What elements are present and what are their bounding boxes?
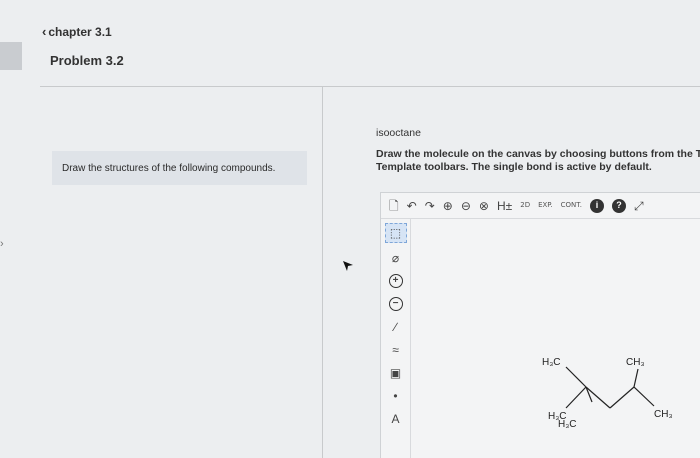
bond-3 <box>565 386 587 409</box>
undo-icon[interactable]: ↶ <box>407 200 417 212</box>
page-title: Problem 3.2 <box>50 53 124 68</box>
atom-label-h3c-bottom-b: H₃C <box>558 419 577 430</box>
molecule-drawing: H₃C CH₃ CH₃ H₃C H₃C <box>542 357 673 430</box>
exp-icon[interactable]: EXP. <box>538 202 553 209</box>
breadcrumb[interactable]: ‹ chapter 3.1 <box>42 24 112 39</box>
breadcrumb-label: chapter 3.1 <box>48 24 112 39</box>
top-toolbar: 🗋 ↶ ↷ ⊕ ⊖ ⊗ H± 2D EXP. CONT. i ? ⤢ <box>381 193 700 219</box>
sidebar-tab[interactable] <box>0 42 22 70</box>
drawing-canvas[interactable]: H₃C CH₃ CH₃ H₃C H₃C <box>412 220 700 458</box>
atom-label-ch3-top: CH₃ <box>626 357 645 368</box>
hydrogen-icon[interactable]: H± <box>497 200 512 212</box>
radical-icon[interactable]: • <box>385 388 407 404</box>
compound-name: isooctane <box>376 127 421 139</box>
redo-icon[interactable]: ↷ <box>425 200 435 212</box>
left-toolbar: ⬚ ⌀ + − ∕ ≈ ▣ • A <box>381 219 411 458</box>
atom-label-h3c-top: H₃C <box>542 357 561 368</box>
chevron-left-icon: ‹ <box>42 24 47 39</box>
zoom-in-icon[interactable]: ⊕ <box>443 200 453 212</box>
draw-instructions: Draw the molecule on the canvas by choos… <box>376 148 700 173</box>
molecule-editor: 🗋 ↶ ↷ ⊕ ⊖ ⊗ H± 2D EXP. CONT. i ? ⤢ ⬚ ⌀ +… <box>380 192 700 458</box>
2d-icon[interactable]: 2D <box>520 202 530 209</box>
bond-7 <box>633 386 655 407</box>
single-bond-icon[interactable]: ∕ <box>385 319 407 335</box>
sidebar-expand-chevron-icon[interactable]: › <box>0 238 4 250</box>
mouse-cursor-icon <box>343 261 353 271</box>
eraser-icon[interactable]: ⌀ <box>385 250 407 266</box>
clear-icon[interactable]: ⊗ <box>479 200 489 212</box>
template-icon[interactable]: ▣ <box>385 365 407 381</box>
negative-charge-icon[interactable]: − <box>385 296 407 312</box>
zoom-out-icon[interactable]: ⊖ <box>461 200 471 212</box>
new-doc-icon[interactable]: 🗋 <box>389 200 399 212</box>
cont-icon[interactable]: CONT. <box>561 202 582 209</box>
question-panel: Draw the structures of the following com… <box>40 87 323 458</box>
question-instruction: Draw the structures of the following com… <box>52 151 307 185</box>
expand-icon[interactable]: ⤢ <box>634 200 644 212</box>
positive-charge-icon[interactable]: + <box>385 273 407 289</box>
bond-1 <box>565 366 587 388</box>
bond-6 <box>633 368 639 388</box>
select-icon[interactable]: ⬚ <box>384 223 407 243</box>
chain-icon[interactable]: ≈ <box>385 342 407 358</box>
atom-label-ch3-right: CH₃ <box>654 409 673 420</box>
bond-5 <box>609 386 635 409</box>
atom-label-icon[interactable]: A <box>385 411 407 427</box>
info-icon[interactable]: i <box>589 198 604 213</box>
help-icon[interactable]: ? <box>611 198 626 213</box>
